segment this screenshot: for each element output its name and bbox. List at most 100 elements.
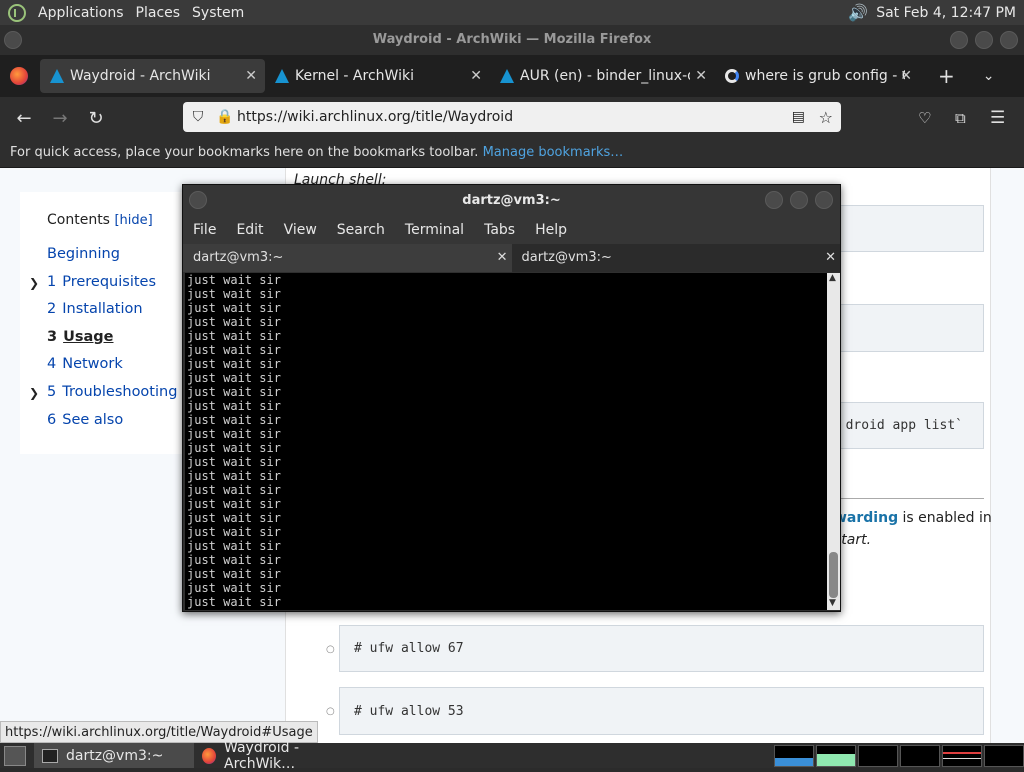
- reader-view-icon[interactable]: ▤: [792, 109, 805, 125]
- window-menu-button[interactable]: [4, 31, 22, 49]
- clock[interactable]: Sat Feb 4, 12:47 PM: [876, 5, 1016, 21]
- terminal-line: just wait sir: [187, 427, 281, 441]
- hamburger-menu-icon[interactable]: ☰: [990, 108, 1005, 128]
- navigation-bar: ← → ↻ ⛉ 🔒 https://wiki.archlinux.org/tit…: [0, 97, 1024, 139]
- applications-menu[interactable]: Applications: [32, 0, 130, 25]
- back-button[interactable]: ←: [6, 108, 42, 129]
- menu-view[interactable]: View: [284, 222, 317, 238]
- minimize-button[interactable]: [950, 31, 968, 49]
- tab-google[interactable]: where is grub config - Google ✕: [715, 59, 920, 93]
- system-menu[interactable]: System: [186, 0, 250, 25]
- new-tab-button[interactable]: +: [938, 64, 955, 88]
- memory-monitor: [816, 745, 856, 767]
- toc-item-see-also[interactable]: 6 See also: [47, 412, 123, 428]
- reload-button[interactable]: ↻: [78, 108, 114, 129]
- bookmarks-toolbar: For quick access, place your bookmarks h…: [0, 139, 1024, 168]
- load-monitor: [942, 745, 982, 767]
- terminal-tab-close-icon[interactable]: ✕: [497, 244, 508, 272]
- menu-search[interactable]: Search: [337, 222, 385, 238]
- terminal-scrollbar[interactable]: ▲ ▼: [827, 273, 840, 610]
- paragraph-text: warding is enabled in: [834, 510, 992, 526]
- terminal-line: just wait sir: [187, 511, 281, 525]
- forwarding-link[interactable]: warding: [834, 510, 898, 526]
- archlinux-icon: [500, 69, 514, 83]
- firefox-icon[interactable]: [10, 67, 28, 85]
- forward-button[interactable]: →: [42, 108, 78, 129]
- tab-close-icon[interactable]: ✕: [245, 68, 257, 84]
- terminal-line: just wait sir: [187, 399, 281, 413]
- menu-edit[interactable]: Edit: [236, 222, 263, 238]
- extensions-icon[interactable]: ⧉: [955, 109, 966, 127]
- terminal-tab-close-icon[interactable]: ✕: [825, 244, 836, 272]
- terminal-tab-2[interactable]: dartz@vm3:~ ✕: [511, 244, 840, 272]
- taskbar-item-firefox[interactable]: Waydroid - ArchWik…: [194, 740, 364, 772]
- toc-hide-link[interactable]: [hide]: [114, 213, 152, 228]
- menu-tabs[interactable]: Tabs: [484, 222, 515, 238]
- toc-item-prerequisites[interactable]: 1 Prerequisites: [47, 274, 156, 290]
- terminal-line: just wait sir: [187, 343, 281, 357]
- close-window-button[interactable]: [1000, 31, 1018, 49]
- table-of-contents: Contents [hide] Beginning ❯ 1 Prerequisit…: [20, 192, 182, 454]
- terminal-line: just wait sir: [187, 553, 281, 567]
- tab-close-icon[interactable]: ✕: [695, 68, 707, 84]
- code-block-ufw-67: # ufw allow 67: [339, 625, 984, 672]
- terminal-line: just wait sir: [187, 539, 281, 553]
- toc-item-network[interactable]: 4 Network: [47, 356, 123, 372]
- manage-bookmarks-link[interactable]: Manage bookmarks…: [483, 145, 624, 160]
- show-desktop-icon[interactable]: [4, 745, 26, 766]
- expand-arrow-icon[interactable]: ❯: [29, 386, 39, 400]
- taskbar-item-terminal[interactable]: dartz@vm3:~: [34, 743, 194, 768]
- firefox-title-bar: Waydroid - ArchWiki — Mozilla Firefox: [0, 25, 1024, 55]
- tab-close-icon[interactable]: ✕: [470, 68, 482, 84]
- tab-close-icon[interactable]: ✕: [900, 68, 912, 84]
- tab-aur[interactable]: AUR (en) - binder_linux-dkms ✕: [490, 59, 715, 93]
- terminal-line: just wait sir: [187, 497, 281, 511]
- url-text[interactable]: https://wiki.archlinux.org/title/Waydroi…: [237, 109, 513, 125]
- terminal-maximize-button[interactable]: [790, 191, 808, 209]
- bullet-icon: ○: [326, 706, 335, 717]
- terminal-line: just wait sir: [187, 357, 281, 371]
- terminal-line: just wait sir: [187, 483, 281, 497]
- url-bar[interactable]: ⛉ 🔒 https://wiki.archlinux.org/title/Way…: [183, 102, 841, 132]
- terminal-title-bar[interactable]: dartz@vm3:~: [183, 185, 840, 216]
- network-monitor: [858, 745, 898, 767]
- toc-item-installation[interactable]: 2 Installation: [47, 301, 143, 317]
- list-tabs-icon[interactable]: ⌄: [983, 68, 995, 84]
- terminal-tab-strip: dartz@vm3:~ ✕ dartz@vm3:~ ✕: [183, 244, 840, 272]
- terminal-line: just wait sir: [187, 525, 281, 539]
- tab-waydroid[interactable]: Waydroid - ArchWiki ✕: [40, 59, 265, 93]
- places-menu[interactable]: Places: [130, 0, 187, 25]
- toc-item-usage[interactable]: 3 Usage: [47, 329, 114, 345]
- scrollbar-thumb[interactable]: [829, 552, 838, 598]
- terminal-tab-1[interactable]: dartz@vm3:~ ✕: [183, 244, 512, 272]
- lock-icon[interactable]: 🔒: [213, 109, 237, 125]
- menu-file[interactable]: File: [193, 222, 216, 238]
- scroll-up-icon[interactable]: ▲: [829, 273, 836, 283]
- maximize-button[interactable]: [975, 31, 993, 49]
- shield-icon[interactable]: ⛉: [183, 109, 213, 125]
- toc-item-troubleshooting[interactable]: 5 Troubleshooting: [47, 384, 177, 400]
- expand-arrow-icon[interactable]: ❯: [29, 276, 39, 290]
- scroll-down-icon[interactable]: ▼: [829, 598, 836, 608]
- pocket-icon[interactable]: ♡: [918, 109, 931, 127]
- terminal-line: just wait sir: [187, 371, 281, 385]
- terminal-line: just wait sir: [187, 273, 281, 287]
- terminal-close-button[interactable]: [815, 191, 833, 209]
- terminal-line: just wait sir: [187, 385, 281, 399]
- tab-kernel[interactable]: Kernel - ArchWiki ✕: [265, 59, 490, 93]
- terminal-output[interactable]: just wait sir just wait sir just wait sir j…: [185, 273, 827, 610]
- toc-item-beginning[interactable]: Beginning: [47, 246, 120, 262]
- terminal-window-menu-button[interactable]: [189, 191, 207, 209]
- terminal-title: dartz@vm3:~: [462, 193, 561, 208]
- menu-terminal[interactable]: Terminal: [405, 222, 464, 238]
- window-title: Waydroid - ArchWiki — Mozilla Firefox: [372, 32, 652, 47]
- terminal-line: just wait sir: [187, 567, 281, 581]
- volume-icon[interactable]: 🔊: [848, 3, 868, 22]
- bookmark-star-icon[interactable]: ☆: [819, 108, 833, 127]
- terminal-minimize-button[interactable]: [765, 191, 783, 209]
- terminal-window: dartz@vm3:~ File Edit View Search Termin…: [182, 184, 841, 612]
- cpu-monitor: [774, 745, 814, 767]
- distro-logo-icon[interactable]: [8, 3, 26, 22]
- terminal-line: just wait sir: [187, 413, 281, 427]
- menu-help[interactable]: Help: [535, 222, 567, 238]
